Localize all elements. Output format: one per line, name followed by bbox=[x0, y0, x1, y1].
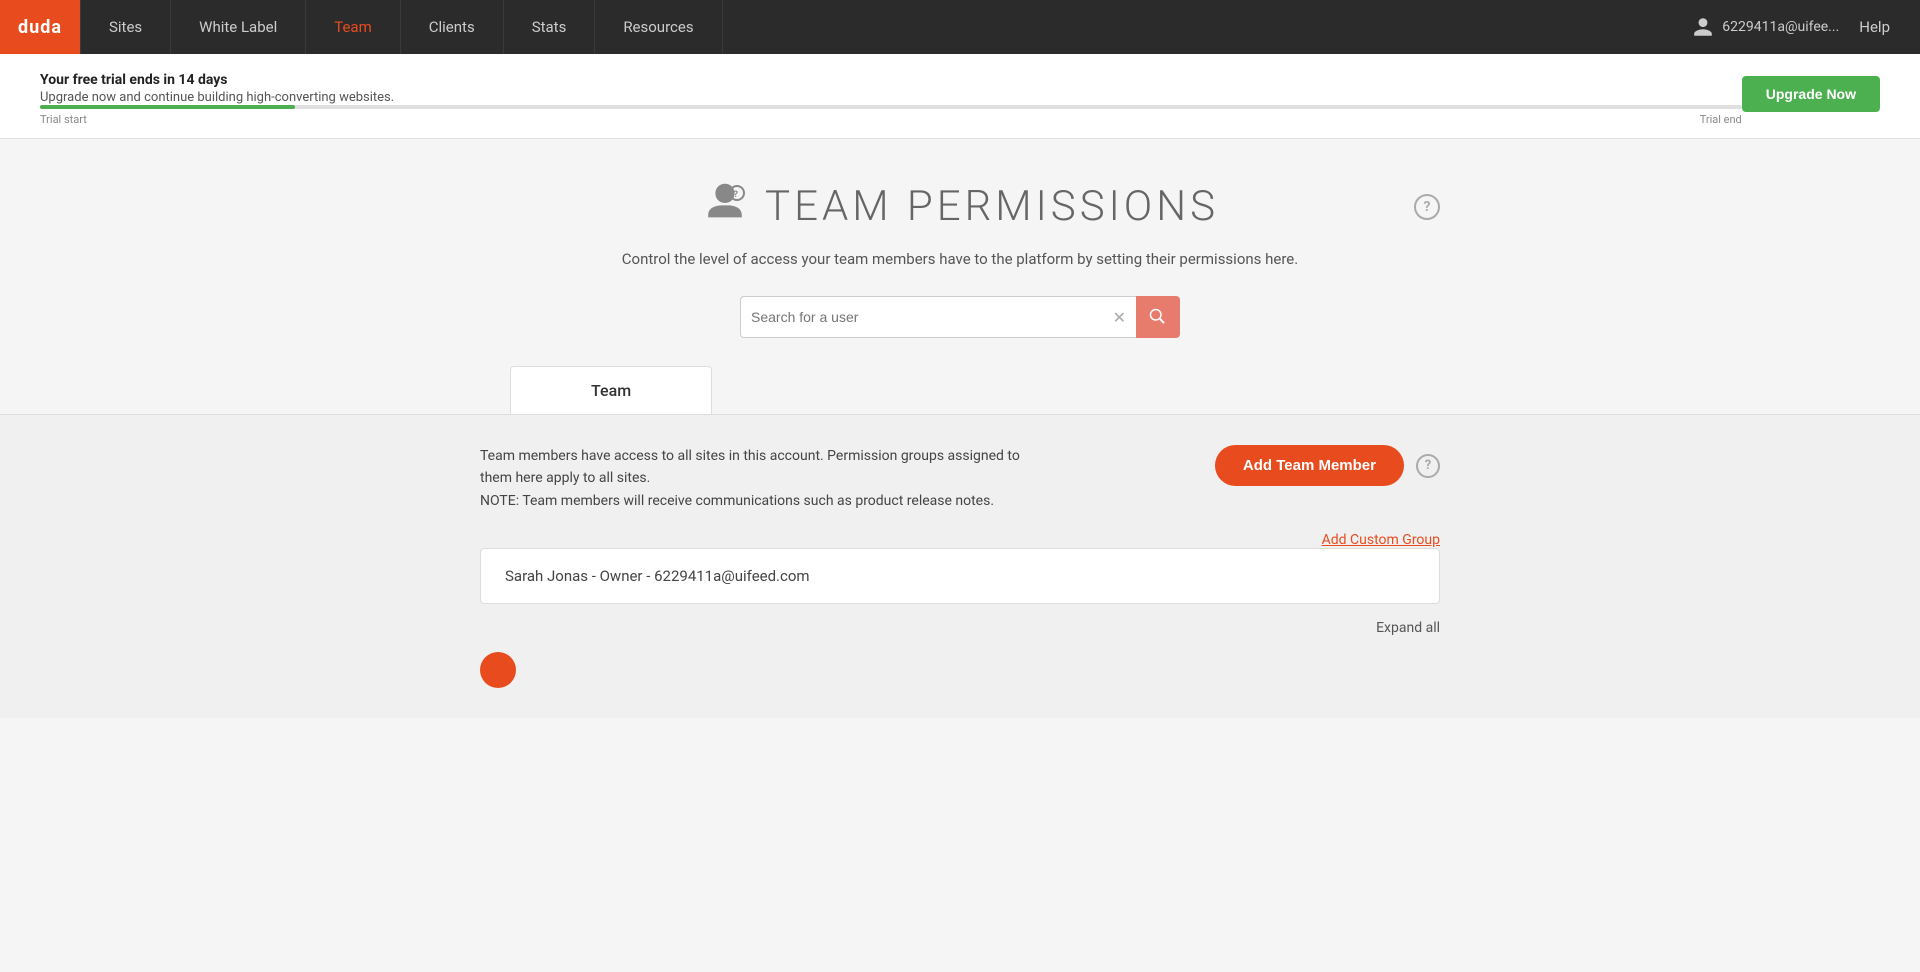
nav-user-email: 6229411a@uifee... bbox=[1722, 19, 1839, 35]
team-top-row: Team members have access to all sites in… bbox=[480, 445, 1440, 512]
nav-item-clients[interactable]: Clients bbox=[401, 0, 504, 54]
trial-subtitle: Upgrade now and continue building high-c… bbox=[40, 90, 1742, 105]
nav-item-stats[interactable]: Stats bbox=[504, 0, 596, 54]
logo-text: duda bbox=[18, 17, 62, 38]
page-subtitle: Control the level of access your team me… bbox=[622, 250, 1298, 268]
nav-help[interactable]: Help bbox=[1859, 18, 1890, 36]
expand-all-row: Expand all bbox=[480, 620, 1440, 636]
nav-item-resources[interactable]: Resources bbox=[595, 0, 722, 54]
search-button[interactable] bbox=[1136, 296, 1180, 338]
team-section: Team members have access to all sites in… bbox=[0, 414, 1920, 718]
main-content: ? TEAM PERMISSIONS ? Control the level o… bbox=[0, 139, 1920, 414]
trial-title: Your free trial ends in 14 days bbox=[40, 72, 1742, 88]
tabs-container: Team bbox=[510, 366, 1410, 414]
search-input[interactable] bbox=[751, 309, 1113, 325]
clear-search-icon[interactable]: ✕ bbox=[1113, 308, 1126, 327]
help-icon-header[interactable]: ? bbox=[1414, 194, 1440, 220]
team-desc-line2: them here apply to all sites. bbox=[480, 470, 650, 486]
search-input-wrapper: ✕ bbox=[740, 296, 1136, 338]
logo[interactable]: duda bbox=[0, 0, 80, 54]
page-title: TEAM PERMISSIONS bbox=[765, 182, 1219, 231]
nav-right: 6229411a@uifee... Help bbox=[1692, 16, 1920, 38]
help-icon-team[interactable]: ? bbox=[1416, 454, 1440, 478]
search-icon bbox=[1149, 308, 1167, 326]
trial-start-label: Trial start bbox=[40, 113, 87, 126]
add-team-member-button[interactable]: Add Team Member bbox=[1215, 445, 1404, 486]
trial-row: Your free trial ends in 14 days Upgrade … bbox=[40, 72, 1880, 126]
team-section-inner: Team members have access to all sites in… bbox=[480, 445, 1440, 688]
trial-bar-fill bbox=[40, 105, 295, 109]
nav-item-sites[interactable]: Sites bbox=[80, 0, 171, 54]
team-description: Team members have access to all sites in… bbox=[480, 445, 1020, 512]
member-info: Sarah Jonas - Owner - 6229411a@uifeed.co… bbox=[505, 567, 810, 585]
tab-team[interactable]: Team bbox=[510, 366, 712, 414]
add-custom-group-row: Add Custom Group bbox=[480, 528, 1440, 548]
main-nav: duda Sites White Label Team Clients Stat… bbox=[0, 0, 1920, 54]
bottom-hint bbox=[480, 652, 1440, 688]
nav-item-white-label[interactable]: White Label bbox=[171, 0, 306, 54]
trial-banner: Your free trial ends in 14 days Upgrade … bbox=[0, 54, 1920, 139]
page-header: ? TEAM PERMISSIONS ? bbox=[480, 179, 1440, 234]
upgrade-now-button[interactable]: Upgrade Now bbox=[1742, 76, 1880, 112]
member-row: Sarah Jonas - Owner - 6229411a@uifeed.co… bbox=[480, 548, 1440, 604]
nav-item-team[interactable]: Team bbox=[306, 0, 401, 54]
user-icon bbox=[1692, 16, 1714, 38]
trial-progress-bar bbox=[40, 105, 1742, 109]
team-desc-line1: Team members have access to all sites in… bbox=[480, 448, 1020, 464]
red-circle-indicator bbox=[480, 652, 516, 688]
team-actions: Add Team Member ? bbox=[1215, 445, 1440, 486]
search-container: ✕ bbox=[740, 296, 1180, 338]
team-desc-line3: NOTE: Team members will receive communic… bbox=[480, 493, 994, 509]
nav-user[interactable]: 6229411a@uifee... bbox=[1692, 16, 1839, 38]
add-custom-group-link[interactable]: Add Custom Group bbox=[1322, 532, 1440, 548]
trial-end-label: Trial end bbox=[1700, 113, 1742, 126]
trial-labels: Trial start Trial end bbox=[40, 113, 1742, 126]
tabs-bar: Team bbox=[510, 366, 1410, 414]
expand-all-link[interactable]: Expand all bbox=[1376, 620, 1440, 636]
page-wrapper: duda Sites White Label Team Clients Stat… bbox=[0, 0, 1920, 972]
svg-text:?: ? bbox=[734, 190, 739, 200]
trial-info: Your free trial ends in 14 days Upgrade … bbox=[40, 72, 1742, 126]
add-member-btn-row: Add Team Member ? bbox=[1215, 445, 1440, 486]
team-permissions-icon: ? bbox=[701, 179, 749, 234]
nav-links: Sites White Label Team Clients Stats Res… bbox=[80, 0, 1692, 54]
